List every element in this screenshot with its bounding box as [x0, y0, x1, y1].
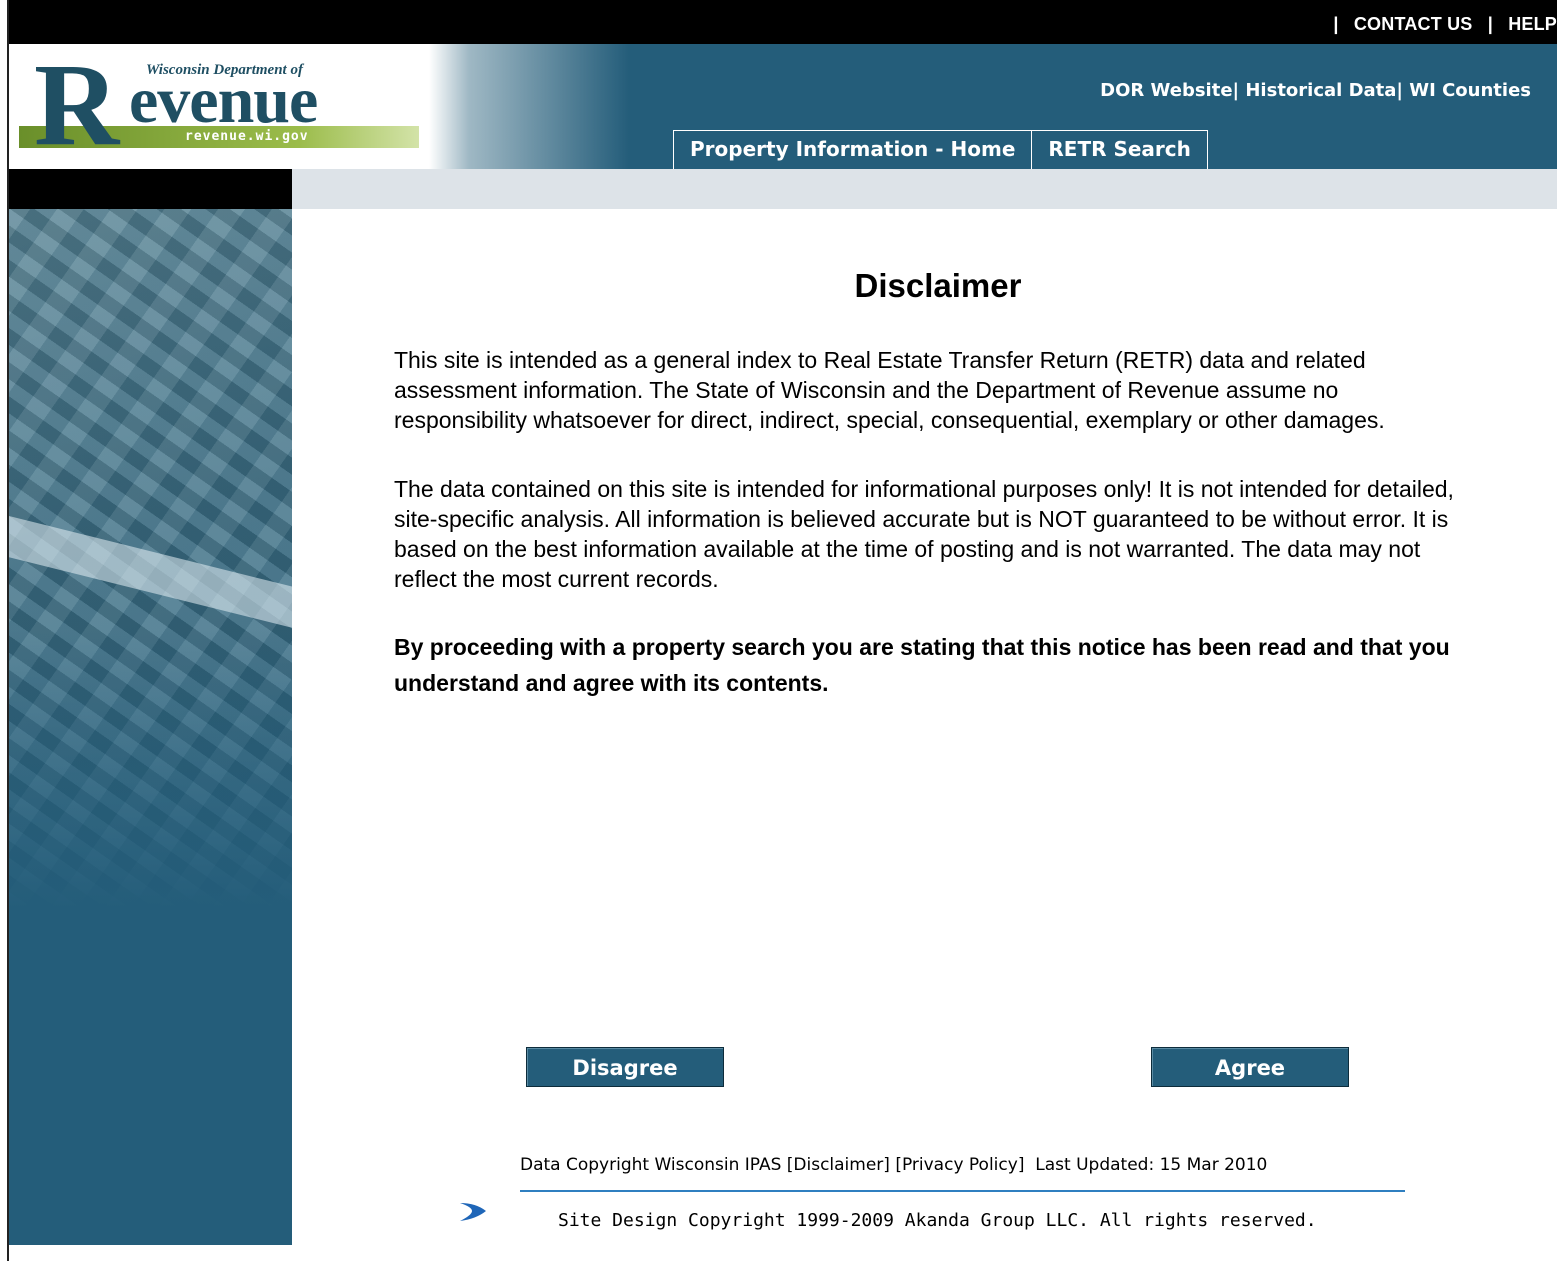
footer-copyright: Data Copyright Wisconsin IPAS	[520, 1155, 782, 1175]
side-black-bar	[9, 169, 292, 209]
agreement-notice: By proceeding with a property search you…	[394, 634, 1450, 696]
akanda-logo-icon[interactable]	[458, 1199, 488, 1223]
side-photo-column	[9, 209, 292, 1245]
page-title: Disclaimer	[854, 267, 1022, 304]
contact-us-link[interactable]: CONTACT US	[1354, 14, 1473, 34]
site-header: R evenue Wisconsin Department of revenue…	[9, 44, 1557, 171]
logo-department: Wisconsin Department of	[146, 62, 303, 78]
top-bar: | CONTACT US | HELP	[9, 0, 1557, 44]
footer-divider	[520, 1190, 1405, 1192]
disclaimer-paragraph-2: The data contained on this site is inten…	[394, 476, 1454, 592]
top-links: | CONTACT US | HELP	[1323, 14, 1557, 35]
top-separator: |	[1487, 14, 1493, 34]
footer-privacy-link[interactable]: [Privacy Policy]	[895, 1155, 1024, 1175]
nav-tabs: Property Information - Home RETR Search	[673, 130, 1208, 171]
logo-letter: R	[34, 39, 120, 170]
disagree-button[interactable]: Disagree	[526, 1047, 724, 1087]
tab-retr-search[interactable]: RETR Search	[1031, 130, 1208, 171]
header-links[interactable]: DOR Website| Historical Data| WI Countie…	[1100, 80, 1531, 101]
tab-property-information-home[interactable]: Property Information - Home	[673, 130, 1033, 171]
logo-url: revenue.wi.gov	[185, 129, 309, 144]
footer-site-design: Site Design Copyright 1999-2009 Akanda G…	[558, 1210, 1317, 1231]
agree-button[interactable]: Agree	[1151, 1047, 1349, 1087]
footer-disclaimer-link[interactable]: [Disclaimer]	[787, 1155, 890, 1175]
gray-strip	[292, 169, 1557, 209]
footer-last-updated: Last Updated: 15 Mar 2010	[1035, 1155, 1268, 1175]
top-separator: |	[1333, 14, 1339, 34]
footer-info: Data Copyright Wisconsin IPAS [Disclaime…	[520, 1155, 1404, 1175]
disclaimer-paragraph-1: This site is intended as a general index…	[394, 347, 1385, 433]
window-left-border	[0, 0, 9, 1261]
help-link[interactable]: HELP	[1508, 14, 1557, 34]
logo[interactable]: R evenue Wisconsin Department of revenue…	[9, 44, 674, 169]
